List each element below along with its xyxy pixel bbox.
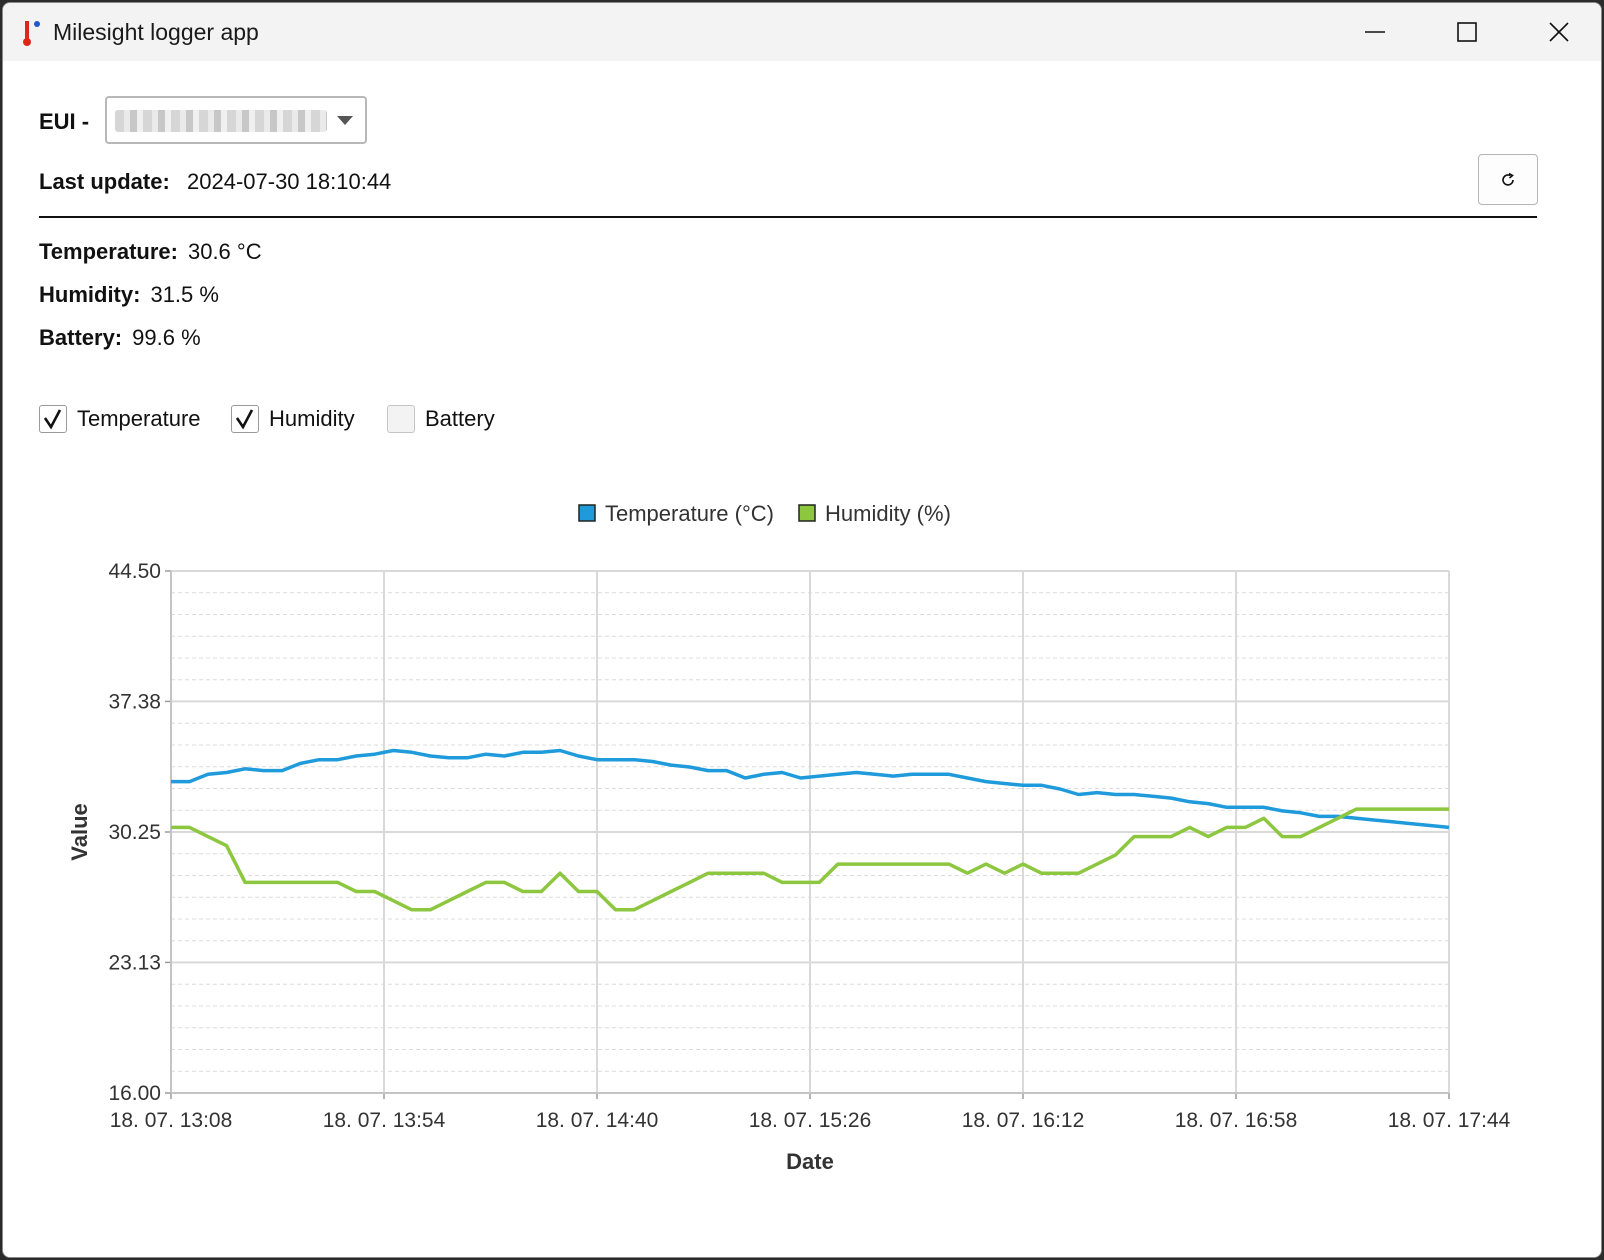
chart-grid [170, 570, 1450, 1094]
maximize-button[interactable] [1421, 3, 1513, 61]
x-axis-title: Date [786, 1149, 834, 1174]
minimize-icon [1365, 31, 1385, 33]
y-tick-label: 37.38 [108, 690, 161, 713]
legend-swatch [798, 504, 816, 522]
x-tick-label: 18. 07. 13:54 [323, 1109, 446, 1132]
legend-label: Temperature (°C) [605, 501, 774, 526]
legend-swatch [578, 504, 596, 522]
x-tick-label: 18. 07. 16:58 [1175, 1109, 1298, 1132]
thermometer-icon [23, 21, 40, 46]
app-window: Milesight logger app EUI - Last update: … [2, 2, 1602, 1258]
legend-label: Humidity (%) [825, 501, 951, 526]
title-bar[interactable]: Milesight logger app [3, 3, 1601, 61]
x-tick-label: 18. 07. 15:26 [749, 1109, 872, 1132]
y-tick-label: 16.00 [108, 1082, 161, 1105]
x-tick-label: 18. 07. 16:12 [962, 1109, 1085, 1132]
y-tick-label: 44.50 [108, 560, 161, 583]
line-chart: 44.50 37.38 30.25 23.13 16.00 18. 07. 13:08 18… [67, 501, 1511, 1174]
window-title: Milesight logger app [53, 19, 259, 45]
chart-axes: 44.50 37.38 30.25 23.13 16.00 18. 07. 13:08 18… [67, 560, 1511, 1174]
chart-legend: Temperature (°C) Humidity (%) [578, 501, 951, 526]
y-axis-title: Value [67, 803, 92, 860]
minimize-button[interactable] [1329, 3, 1421, 61]
x-tick-label: 18. 07. 13:08 [110, 1109, 233, 1132]
y-tick-label: 30.25 [108, 821, 161, 844]
y-tick-label: 23.13 [108, 951, 161, 974]
maximize-icon [1457, 22, 1477, 42]
close-button[interactable] [1513, 3, 1601, 61]
x-tick-label: 18. 07. 14:40 [536, 1109, 659, 1132]
close-icon [1549, 22, 1569, 42]
x-tick-label: 18. 07. 17:44 [1388, 1109, 1511, 1132]
main-content: EUI - Last update: 2024-07-30 18:10:44 T… [3, 61, 1601, 1257]
